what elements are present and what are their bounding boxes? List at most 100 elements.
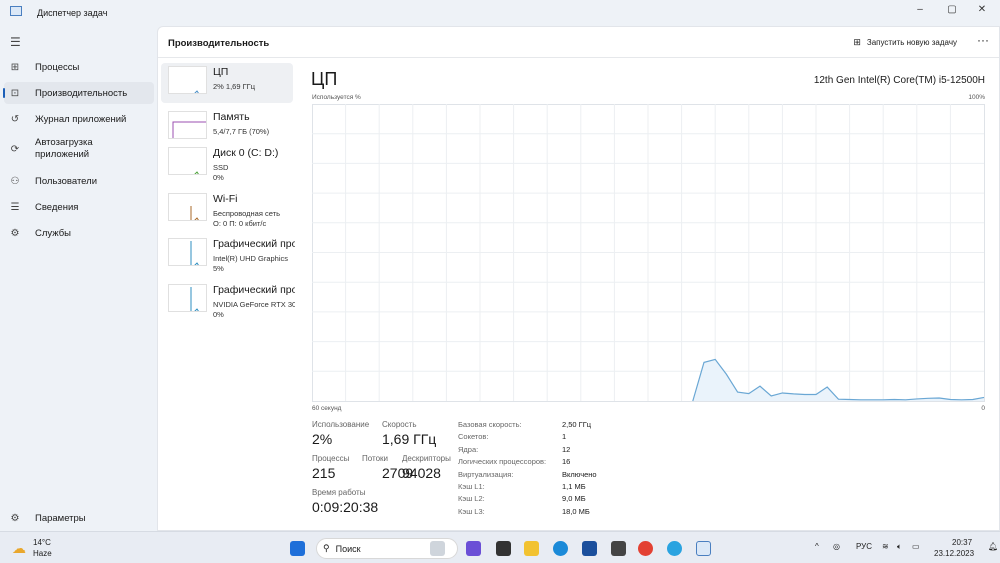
spec-label: Сокетов: (458, 432, 489, 442)
device-name: Память (213, 111, 250, 123)
device-name: Графический процессор 0 (213, 238, 295, 250)
spec-label: Виртуализация: (458, 469, 514, 479)
services-icon: ⚙ (10, 227, 20, 239)
spec-value: 12 (562, 444, 571, 454)
search-highlight-icon[interactable] (430, 541, 445, 556)
device-detail-2: 0% (213, 310, 224, 319)
tray-app-icon[interactable]: ◎ (833, 542, 840, 551)
users-icon: ⚇ (10, 175, 20, 187)
uptime-label: Время работы (312, 488, 366, 497)
battery-icon[interactable]: ▭ (912, 542, 920, 551)
device-name: Графический процессор 1 (213, 284, 295, 296)
page-title: Производительность (168, 38, 270, 49)
device-item[interactable]: Память 5,4/7,7 ГБ (70%) (161, 108, 293, 148)
sidebar-item-label: Автозагрузка приложений (35, 136, 93, 160)
device-detail-2: 5% (213, 264, 224, 273)
device-detail: NVIDIA GeForce RTX 3050 (213, 300, 295, 309)
y-max-label: 100% (968, 94, 985, 101)
volume-icon[interactable]: 🔈︎ (897, 542, 902, 552)
device-thumbnail-graph (168, 238, 207, 266)
run-new-task-button[interactable]: ⊞ Запустить новую задачу (853, 37, 957, 48)
threads-label: Потоки (362, 454, 389, 463)
device-thumbnail-graph (168, 66, 207, 94)
device-item[interactable]: ЦП 2% 1,69 ГГц (161, 63, 293, 103)
sidebar-item-settings[interactable]: ⚙ Параметры (4, 507, 154, 529)
sidebar-item-history[interactable]: ↺ Журнал приложений (4, 108, 154, 130)
device-detail: Беспроводная сеть (213, 209, 281, 218)
uptime-value: 0:09:20:38 (312, 499, 379, 515)
device-thumbnail-graph (168, 147, 207, 175)
weather-icon[interactable]: ☁ (12, 540, 26, 557)
device-item[interactable]: Графический процессор 0 Intel(R) UHD Gra… (161, 235, 295, 275)
spec-label: Кэш L1: (458, 482, 485, 491)
device-detail: SSD (213, 163, 229, 172)
run-new-task-label: Запустить новую задачу (866, 38, 957, 47)
tray-chevron[interactable]: ^ (815, 542, 819, 551)
sidebar-item-label: Процессы (35, 61, 80, 73)
device-item[interactable]: Графический процессор 1 NVIDIA GeForce R… (161, 281, 295, 321)
spec-label: Ядра: (458, 444, 479, 454)
minimize-button[interactable]: – (910, 4, 930, 15)
handles-label: Дескрипторы (402, 454, 451, 463)
language-indicator[interactable]: РУС (856, 542, 872, 551)
device-detail: 2% 1,69 ГГц (213, 82, 256, 91)
more-options-button[interactable]: ··· (977, 33, 989, 47)
spec-value: 18,0 МБ (562, 506, 590, 516)
usage-value: 2% (312, 431, 333, 447)
app-icon[interactable] (611, 541, 626, 556)
x-left-label: 60 секунд (312, 405, 342, 412)
gear-icon: ⚙ (10, 512, 20, 524)
telegram-icon[interactable] (667, 541, 682, 556)
start-button[interactable] (290, 541, 305, 556)
device-detail: 5,4/7,7 ГБ (70%) (213, 127, 270, 136)
device-name: ЦП (213, 66, 229, 78)
speed-label: Скорость (382, 420, 417, 429)
task-manager-taskbar-icon[interactable] (696, 541, 711, 556)
cpu-model: 12th Gen Intel(R) Core(TM) i5-12500H (813, 75, 985, 86)
device-thumbnail-graph (168, 193, 207, 221)
spec-value: 16 (562, 457, 571, 467)
chrome-icon[interactable] (638, 541, 653, 556)
usage-label: Использование (312, 420, 370, 429)
sidebar-item-users[interactable]: ⚇ Пользователи (4, 170, 154, 192)
weather-temp[interactable]: 14°C (33, 538, 51, 547)
device-item[interactable]: Диск 0 (C: D:) SSD 0% (161, 144, 293, 184)
sidebar-item-details[interactable]: ☰ Сведения (4, 196, 154, 218)
new-task-icon: ⊞ (853, 37, 861, 47)
window-title: Диспетчер задач (37, 8, 108, 18)
spec-value: Включено (562, 469, 597, 479)
sidebar-item-startup[interactable]: ⟳ Автозагрузка приложений (4, 134, 154, 164)
sidebar-item-label: Журнал приложений (35, 113, 127, 125)
edge-icon[interactable] (553, 541, 568, 556)
spec-label: Кэш L3: (458, 506, 485, 516)
sidebar-item-processes[interactable]: ⊞ Процессы (4, 56, 154, 78)
widget-app-icon[interactable] (496, 541, 511, 556)
sidebar-item-label: Параметры (35, 512, 86, 524)
sidebar-item-services[interactable]: ⚙ Службы (4, 222, 154, 244)
x-right-label: 0 (981, 405, 985, 412)
sidebar-item-performance[interactable]: ⊡ Производительность (3, 82, 154, 104)
device-detail-2: 0% (213, 173, 224, 182)
clock-date[interactable]: 23.12.2023 (934, 549, 974, 558)
store-icon[interactable] (582, 541, 597, 556)
spec-value: 9,0 МБ (562, 494, 586, 504)
sidebar-item-label: Пользователи (35, 175, 98, 187)
wifi-icon[interactable]: ≋ (882, 542, 889, 551)
notification-icon[interactable]: 🔔︎ (988, 542, 998, 551)
performance-icon: ⊡ (10, 87, 20, 99)
startup-icon: ⟳ (10, 143, 20, 155)
weather-desc[interactable]: Haze (33, 549, 52, 558)
copilot-icon[interactable] (466, 541, 481, 556)
spec-value: 2,50 ГГц (562, 420, 592, 429)
spec-value: 1 (562, 432, 567, 442)
device-detail: Intel(R) UHD Graphics (213, 254, 289, 263)
clock-time[interactable]: 20:37 (952, 538, 972, 547)
device-item[interactable]: Wi-Fi Беспроводная сеть О: 0 П: 0 кбит/с (161, 190, 293, 230)
maximize-button[interactable]: ▢ (942, 4, 962, 15)
file-explorer-icon[interactable] (524, 541, 539, 556)
menu-icon[interactable]: ☰ (10, 35, 21, 49)
sidebar: ☰ ⊞ Процессы ⊡ Производительность ↺ Журнал пр… (0, 26, 157, 531)
task-manager-icon (10, 6, 22, 16)
processes-label: Процессы (312, 454, 350, 463)
close-button[interactable]: ✕ (972, 4, 992, 15)
